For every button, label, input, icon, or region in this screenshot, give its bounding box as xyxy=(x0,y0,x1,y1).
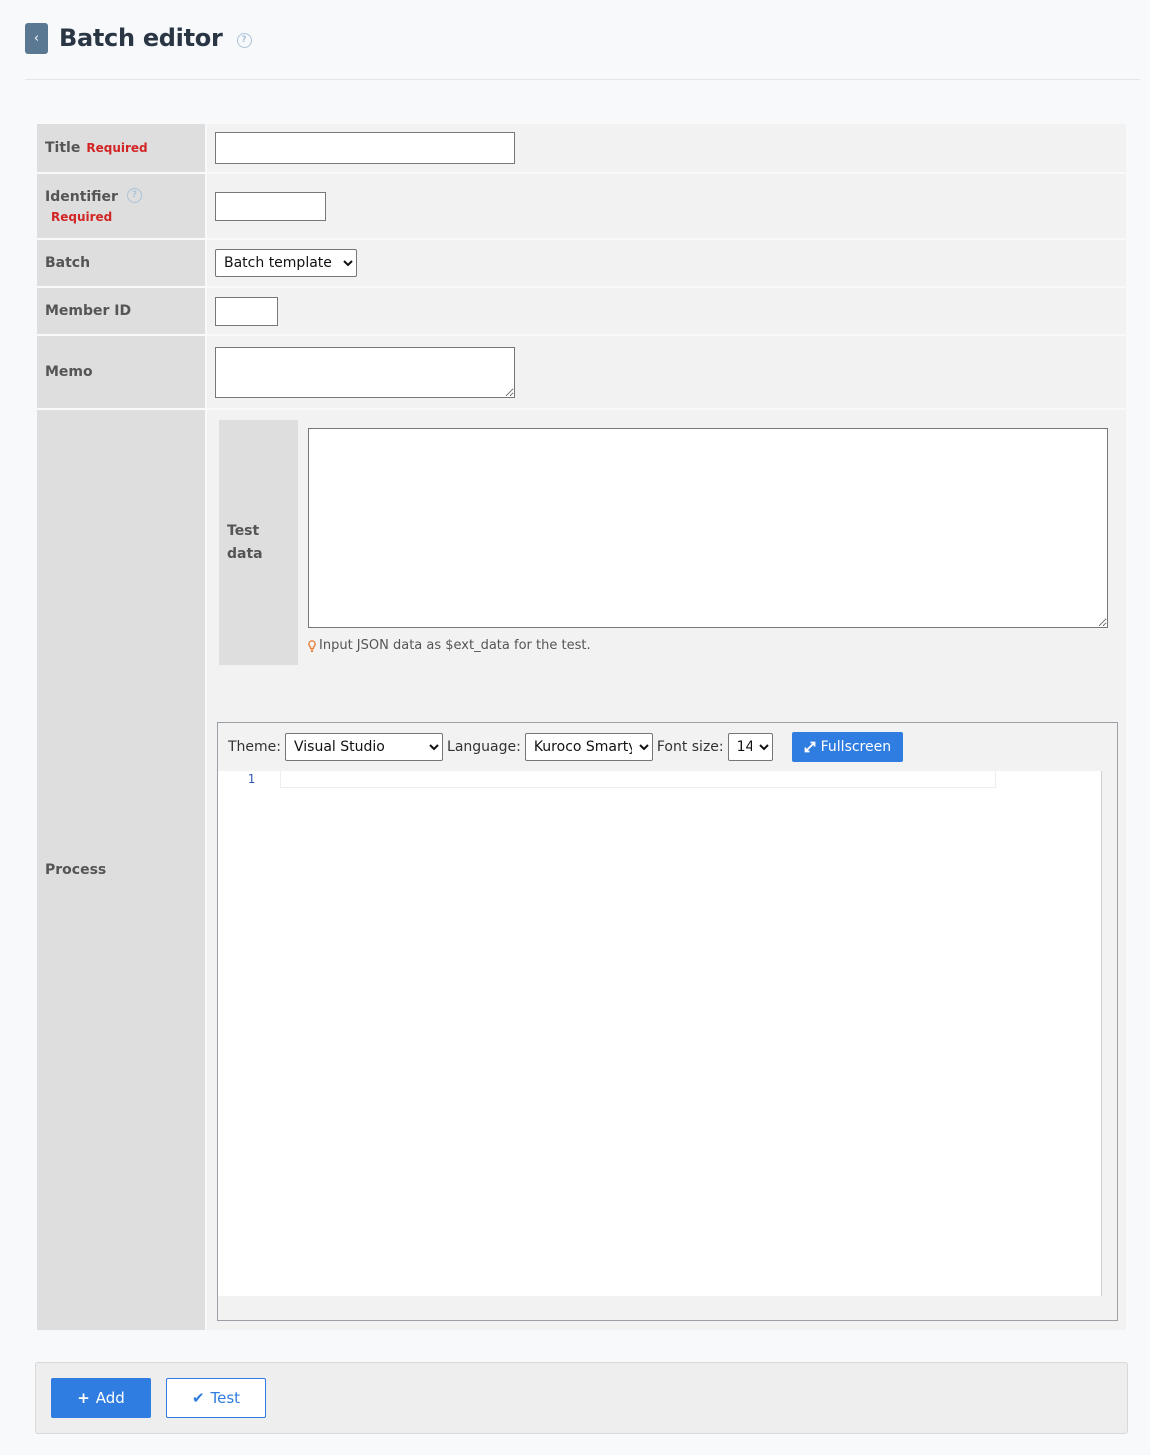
test-data-textarea[interactable] xyxy=(308,428,1108,628)
process-panel: Test data Input JSON data as $ext_data f… xyxy=(207,410,1126,1330)
question-circle-icon[interactable]: ? xyxy=(126,187,142,203)
font-size-label: Font size: xyxy=(656,739,724,755)
title-row: Title Required xyxy=(37,124,1126,174)
process-row: Process Test data Input JSON data as $ex… xyxy=(37,410,1126,1330)
back-button[interactable]: ‹ xyxy=(25,22,48,54)
batch-label: Batch xyxy=(37,240,207,286)
process-label: Process xyxy=(37,410,207,1330)
member-id-input[interactable] xyxy=(215,296,278,326)
test-data-label: Test data xyxy=(219,420,298,665)
code-area[interactable]: 1 xyxy=(218,771,1101,1296)
chevron-left-icon: ‹ xyxy=(33,30,40,46)
identifier-input[interactable] xyxy=(215,191,326,221)
page-title: Batch editor xyxy=(59,24,223,52)
required-badge: Required xyxy=(51,209,113,224)
member-id-label: Member ID xyxy=(37,288,207,334)
language-select[interactable]: Kuroco Smarty xyxy=(524,733,653,761)
header-divider xyxy=(25,79,1140,80)
lightbulb-icon xyxy=(308,639,316,652)
check-icon: ✔ xyxy=(191,1389,205,1407)
test-data-hint: Input JSON data as $ext_data for the tes… xyxy=(308,638,591,653)
fullscreen-button[interactable]: Fullscreen xyxy=(791,732,904,762)
plus-icon: + xyxy=(77,1389,90,1407)
editor-scrollbar[interactable] xyxy=(1101,771,1117,1296)
action-bar: + Add ✔ Test xyxy=(35,1362,1128,1434)
add-button[interactable]: + Add xyxy=(51,1378,151,1418)
code-editor: Theme: Visual Studio Language: Kuroco Sm… xyxy=(217,722,1118,1321)
active-line xyxy=(280,771,996,788)
title-label: Title Required xyxy=(37,124,207,172)
expand-icon xyxy=(804,741,816,753)
theme-select[interactable]: Visual Studio xyxy=(285,733,444,761)
font-size-select[interactable]: 14 xyxy=(727,733,773,761)
required-badge: Required xyxy=(86,141,148,155)
batch-select[interactable]: Batch template xyxy=(215,249,357,277)
title-input[interactable] xyxy=(215,132,515,164)
theme-label: Theme: xyxy=(228,739,282,755)
editor-toolbar: Theme: Visual Studio Language: Kuroco Sm… xyxy=(218,723,1117,771)
batch-row: Batch Batch template xyxy=(37,240,1126,288)
test-button[interactable]: ✔ Test xyxy=(166,1378,266,1418)
memo-row: Memo xyxy=(37,336,1126,410)
memo-textarea[interactable] xyxy=(215,346,515,398)
member-id-row: Member ID xyxy=(37,288,1126,336)
batch-form: Title Required Identifier ? Required Bat… xyxy=(37,124,1126,1330)
line-number: 1 xyxy=(247,772,255,786)
identifier-row: Identifier ? Required xyxy=(37,174,1126,240)
identifier-label: Identifier ? Required xyxy=(37,174,207,238)
memo-label: Memo xyxy=(37,336,207,408)
line-number-gutter: 1 xyxy=(218,771,280,1296)
language-label: Language: xyxy=(447,739,521,755)
test-data-block: Test data Input JSON data as $ext_data f… xyxy=(219,420,1108,665)
question-circle-icon[interactable]: ? xyxy=(236,32,252,48)
page-header: ‹ Batch editor ? xyxy=(25,18,252,58)
